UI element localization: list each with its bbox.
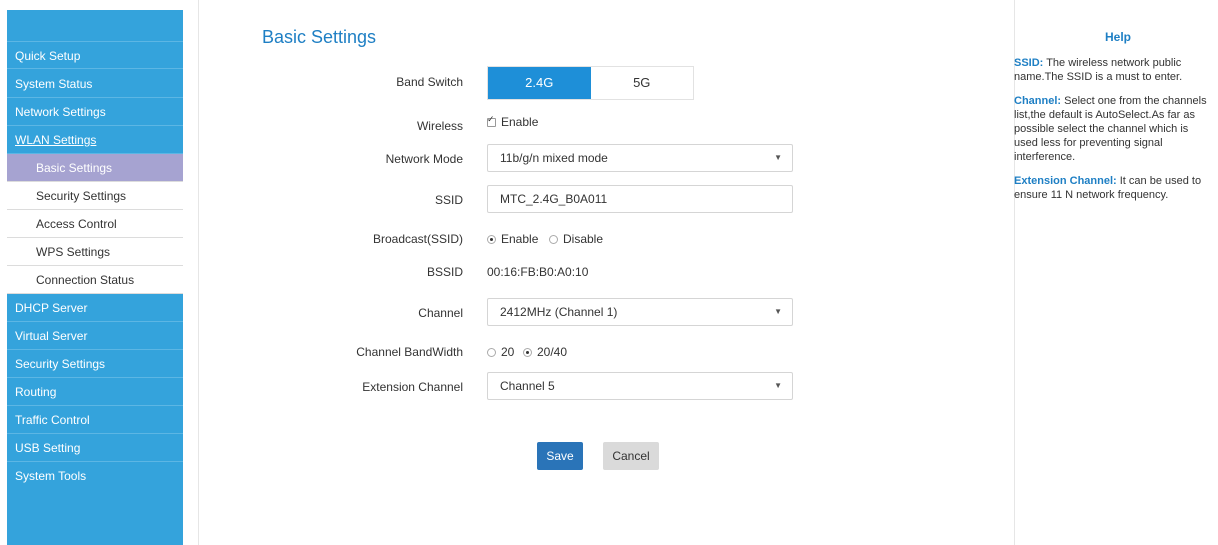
- sidebar-item-system-status[interactable]: System Status: [7, 70, 183, 98]
- sidebar-subitem-wps-settings[interactable]: WPS Settings: [7, 238, 183, 266]
- band-5g-button[interactable]: 5G: [590, 67, 693, 99]
- band-switch-label: Band Switch: [396, 75, 463, 89]
- sidebar-subitem-connection-status[interactable]: Connection Status: [7, 266, 183, 294]
- channel-select[interactable]: 2412MHz (Channel 1) ▼: [487, 298, 793, 326]
- network-mode-select[interactable]: 11b/g/n mixed mode ▼: [487, 144, 793, 172]
- broadcast-enable-option[interactable]: Enable: [487, 232, 538, 246]
- channel-value: 2412MHz (Channel 1): [500, 305, 618, 319]
- bssid-label: BSSID: [426, 265, 463, 279]
- bssid-value: 00:16:FB:B0:A0:10: [487, 265, 589, 279]
- band-switch: 2.4G 5G: [487, 66, 694, 100]
- chevron-down-icon: ▼: [774, 307, 782, 316]
- sidebar-item-virtual-server[interactable]: Virtual Server: [7, 322, 183, 350]
- sidebar-subitem-basic-settings[interactable]: Basic Settings: [7, 154, 183, 182]
- help-panel: Help SSID: The wireless network public n…: [1014, 30, 1214, 212]
- save-button[interactable]: Save: [537, 442, 583, 470]
- wireless-enable-text: Enable: [501, 115, 539, 129]
- page-title: Basic Settings: [262, 27, 377, 47]
- wireless-enable-checkbox[interactable]: [487, 114, 496, 127]
- wireless-enable-option[interactable]: Enable: [487, 114, 539, 129]
- chevron-down-icon: ▼: [774, 381, 782, 390]
- wireless-label: Wireless: [416, 119, 463, 133]
- network-mode-label: Network Mode: [385, 152, 463, 166]
- help-entry-extension-channel: Extension Channel: It can be used to ens…: [1014, 175, 1202, 201]
- sidebar-item-network-settings[interactable]: Network Settings: [7, 98, 183, 126]
- bandwidth-20-radio[interactable]: [487, 348, 496, 357]
- extension-channel-value: Channel 5: [500, 379, 555, 393]
- bandwidth-20-40-option[interactable]: 20/40: [523, 345, 567, 359]
- sidebar-subitem-access-control[interactable]: Access Control: [7, 210, 183, 238]
- sidebar: Quick Setup System Status Network Settin…: [7, 10, 183, 545]
- ssid-label: SSID: [434, 193, 463, 207]
- help-title: Help: [1104, 30, 1131, 44]
- sidebar-subitem-security-settings[interactable]: Security Settings: [7, 182, 183, 210]
- cancel-button[interactable]: Cancel: [603, 442, 659, 470]
- channel-label: Channel: [418, 306, 463, 320]
- bandwidth-20-40-radio[interactable]: [523, 348, 532, 357]
- help-entry-ssid: SSID: The wireless network public name.T…: [1014, 57, 1183, 83]
- extension-channel-label: Extension Channel: [362, 380, 463, 394]
- ssid-input[interactable]: [487, 185, 793, 213]
- broadcast-enable-radio[interactable]: [487, 235, 496, 244]
- sidebar-item-security-settings[interactable]: Security Settings: [7, 350, 183, 378]
- bandwidth-label: Channel BandWidth: [356, 345, 463, 359]
- sidebar-item-quick-setup[interactable]: Quick Setup: [7, 41, 183, 69]
- sidebar-item-routing[interactable]: Routing: [7, 378, 183, 406]
- sidebar-item-dhcp-server[interactable]: DHCP Server: [7, 294, 183, 322]
- extension-channel-select[interactable]: Channel 5 ▼: [487, 372, 793, 400]
- broadcast-label: Broadcast(SSID): [372, 232, 463, 246]
- network-mode-value: 11b/g/n mixed mode: [500, 151, 608, 165]
- chevron-down-icon: ▼: [774, 153, 782, 162]
- band-2-4g-button[interactable]: 2.4G: [488, 67, 591, 99]
- divider-left: [198, 0, 199, 545]
- bandwidth-20-option[interactable]: 20: [487, 345, 514, 359]
- sidebar-item-usb-setting[interactable]: USB Setting: [7, 434, 183, 462]
- sidebar-item-traffic-control[interactable]: Traffic Control: [7, 406, 183, 434]
- sidebar-item-system-tools[interactable]: System Tools: [7, 462, 183, 490]
- sidebar-item-wlan-settings[interactable]: WLAN Settings: [7, 126, 183, 154]
- broadcast-disable-option[interactable]: Disable: [549, 232, 603, 246]
- help-entry-channel: Channel: Select one from the channels li…: [1014, 95, 1207, 163]
- broadcast-disable-radio[interactable]: [549, 235, 558, 244]
